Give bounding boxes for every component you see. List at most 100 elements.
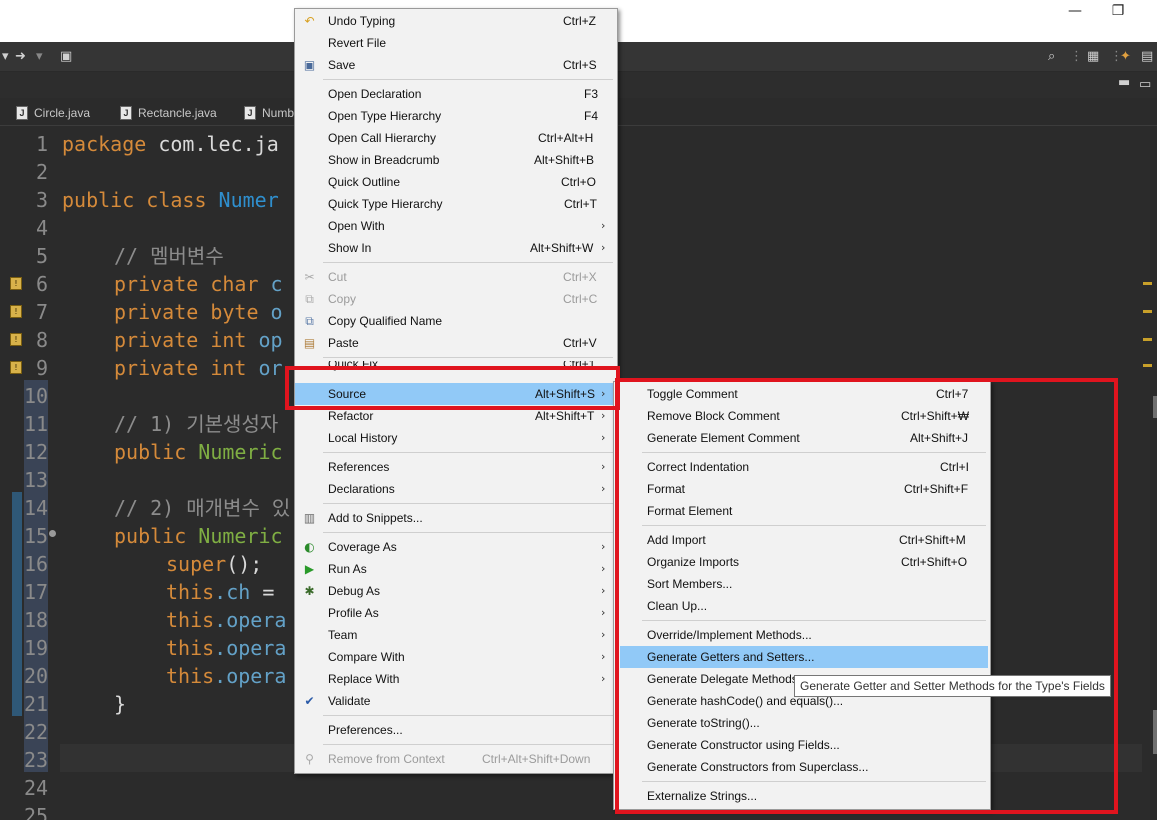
line-number: 17 — [24, 580, 49, 604]
menu-item-debug-as[interactable]: ✱ Debug As › — [295, 580, 617, 602]
code-line: public class Numer — [62, 188, 279, 212]
menu-item-declarations[interactable]: Declarations › — [295, 478, 617, 500]
new-class-icon[interactable]: ▣ — [60, 48, 72, 66]
line-number: 8 — [35, 328, 48, 352]
line-number: 18 — [24, 608, 49, 632]
menu-item-show-in-breadcrumb[interactable]: Show in Breadcrumb Alt+Shift+B — [295, 149, 617, 171]
menu-item-revert-file[interactable]: Revert File — [295, 32, 617, 54]
dropdown-arrow-icon[interactable]: ▾ — [2, 48, 9, 66]
menu-item-cut[interactable]: ✂ Cut Ctrl+X — [295, 266, 617, 288]
warning-marker-icon[interactable]: ! — [10, 333, 22, 346]
menu-item-replace-with[interactable]: Replace With › — [295, 668, 617, 690]
search-icon[interactable]: ⌕ — [1048, 48, 1055, 66]
forward-arrow-icon[interactable]: ➜ — [15, 48, 26, 66]
menu-item-undo-typing[interactable]: ↶ Undo Typing Ctrl+Z — [295, 10, 617, 32]
menu-separator — [323, 262, 613, 263]
coverage-icon: ◐ — [304, 540, 315, 554]
line-number: 1 — [35, 132, 48, 156]
line-number: 13 — [24, 468, 49, 492]
line-number: 11 — [24, 412, 49, 436]
tab-rectancle-java[interactable]: J Rectancle.java — [120, 103, 217, 123]
tab-label: Circle.java — [34, 106, 91, 120]
perspective-icon[interactable]: ▦ — [1087, 48, 1099, 66]
overview-warning-mark[interactable] — [1143, 282, 1152, 285]
menu-separator — [323, 452, 613, 453]
menu-separator — [323, 744, 613, 745]
warning-marker-icon[interactable]: ! — [10, 361, 22, 374]
restore-button[interactable]: ❐ — [1103, 2, 1133, 22]
submenu-arrow-icon: › — [601, 431, 606, 444]
submenu-arrow-icon: › — [601, 628, 606, 641]
minimize-view-icon[interactable]: ▬ — [1118, 74, 1130, 92]
line-number: 15 — [24, 524, 49, 548]
overview-warning-mark[interactable] — [1143, 310, 1152, 313]
menu-item-references[interactable]: References › — [295, 456, 617, 478]
undo-icon: ↶ — [304, 14, 315, 28]
menu-separator — [323, 532, 613, 533]
menu-item-remove-from-context[interactable]: ⚲ Remove from Context Ctrl+Alt+Shift+Down — [295, 748, 617, 770]
java-perspective-icon[interactable]: ✦ — [1120, 48, 1131, 66]
menu-item-team[interactable]: Team › — [295, 624, 617, 646]
menu-item-preferences[interactable]: Preferences... — [295, 719, 617, 741]
menu-item-add-to-snippets[interactable]: ▥ Add to Snippets... — [295, 507, 617, 529]
code-line: this.ch = — [166, 580, 275, 604]
line-number: 16 — [24, 552, 49, 576]
annotation-box-submenu — [615, 378, 1118, 814]
submenu-arrow-icon: › — [601, 650, 606, 663]
menu-item-quick-type-hierarchy[interactable]: Quick Type Hierarchy Ctrl+T — [295, 193, 617, 215]
line-number: 21 — [24, 692, 49, 716]
menu-item-copy[interactable]: ⧉ Copy Ctrl+C — [295, 288, 617, 310]
remove-context-icon: ⚲ — [305, 752, 314, 766]
menu-item-profile-as[interactable]: Profile As › — [295, 602, 617, 624]
submenu-arrow-icon: › — [601, 482, 606, 495]
overview-warning-mark[interactable] — [1143, 364, 1152, 367]
line-number: 12 — [24, 440, 49, 464]
warning-marker-icon[interactable]: ! — [10, 277, 22, 290]
overview-scroll-mark[interactable] — [1153, 710, 1157, 754]
line-number: 23 — [24, 748, 49, 772]
menu-item-save[interactable]: ▣ Save Ctrl+S — [295, 54, 617, 76]
overview-warning-mark[interactable] — [1143, 338, 1152, 341]
line-number: 4 — [35, 216, 48, 240]
code-line: this.opera — [166, 608, 287, 632]
line-number: 19 — [24, 636, 49, 660]
debug-icon: ✱ — [304, 584, 315, 598]
submenu-arrow-icon: › — [601, 219, 606, 232]
line-number: 14 — [24, 496, 49, 520]
submenu-arrow-icon: › — [601, 540, 606, 553]
submenu-arrow-icon: › — [601, 584, 606, 597]
debug-perspective-icon[interactable]: ▤ — [1141, 48, 1153, 66]
toolbar-divider-icon: ⋮ — [1070, 49, 1083, 64]
chevron-down-icon[interactable]: ▾ — [36, 48, 43, 66]
warning-marker-icon[interactable]: ! — [10, 305, 22, 318]
menu-item-open-declaration[interactable]: Open Declaration F3 — [295, 83, 617, 105]
menu-item-compare-with[interactable]: Compare With › — [295, 646, 617, 668]
line-number: 22 — [24, 720, 49, 744]
menu-item-run-as[interactable]: ▶ Run As › — [295, 558, 617, 580]
menu-separator — [323, 715, 613, 716]
menu-item-paste[interactable]: ▤ Paste Ctrl+V — [295, 332, 617, 354]
submenu-arrow-icon: › — [601, 606, 606, 619]
menu-item-quick-outline[interactable]: Quick Outline Ctrl+O — [295, 171, 617, 193]
java-file-icon: J — [120, 106, 132, 120]
cut-icon: ✂ — [304, 270, 315, 284]
menu-item-validate[interactable]: ✔ Validate — [295, 690, 617, 712]
overview-scroll-mark[interactable] — [1153, 396, 1157, 418]
fold-marker-icon[interactable] — [49, 530, 56, 537]
menu-item-local-history[interactable]: Local History › — [295, 427, 617, 449]
menu-item-open-type-hierarchy[interactable]: Open Type Hierarchy F4 — [295, 105, 617, 127]
submenu-arrow-icon: › — [601, 460, 606, 473]
maximize-view-icon[interactable]: ▭ — [1139, 76, 1151, 94]
tab-label: Rectancle.java — [138, 106, 217, 120]
menu-item-open-call-hierarchy[interactable]: Open Call Hierarchy Ctrl+Alt+H — [295, 127, 617, 149]
menu-item-open-with[interactable]: Open With › — [295, 215, 617, 237]
tab-numeric-java[interactable]: J Numb — [244, 103, 294, 123]
copy-qualified-icon: ⧉ — [305, 314, 314, 328]
menu-separator — [323, 503, 613, 504]
menu-item-copy-qualified-name[interactable]: ⧉ Copy Qualified Name — [295, 310, 617, 332]
code-line: this.opera — [166, 636, 287, 660]
menu-item-show-in[interactable]: Show In Alt+Shift+W › — [295, 237, 617, 259]
menu-item-coverage-as[interactable]: ◐ Coverage As › — [295, 536, 617, 558]
minimize-button[interactable]: — — [1060, 2, 1090, 22]
tab-circle-java[interactable]: J Circle.java — [16, 103, 90, 123]
